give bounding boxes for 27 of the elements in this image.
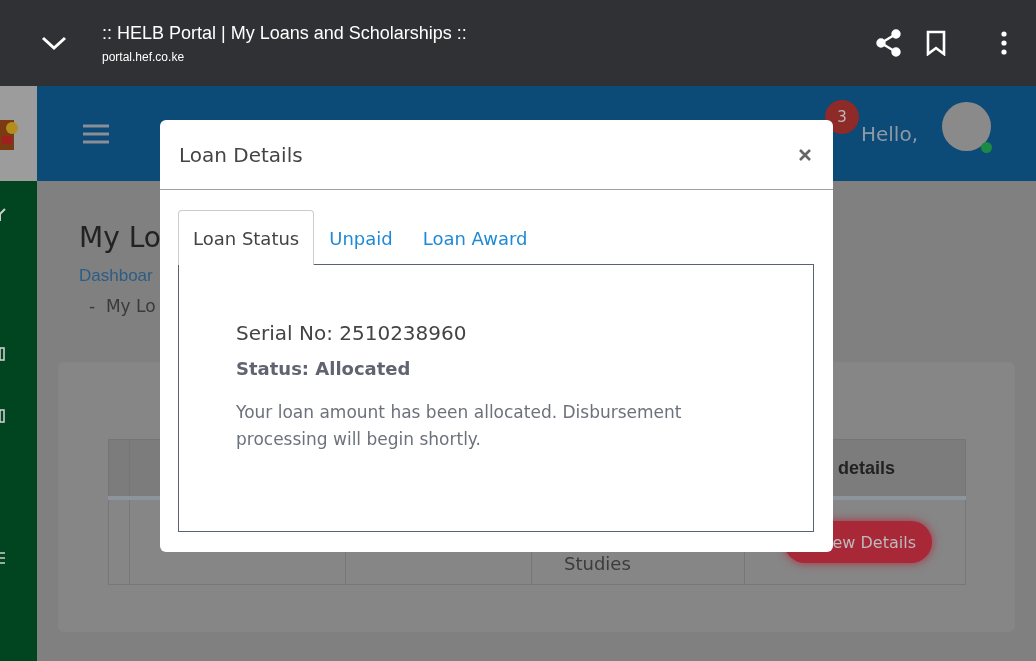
breadcrumb-current: - My Lo [89,296,156,316]
loan-status: Status: Allocated [236,358,412,379]
page-url: portal.hef.co.ke [102,49,186,64]
close-icon[interactable] [799,148,811,161]
status-message: Your loan amount has been allocated. Disbursement processing will begin shortly. [236,401,683,451]
greeting: Hello, [860,121,918,146]
tab[interactable]: Loan Award [407,210,543,265]
sidebar-icon[interactable] [0,551,6,565]
page-title: :: HELB Portal | My Loans and Scholarships :: [102,22,468,44]
page-heading: My Lo [79,221,161,254]
dialog-title: Loan Details [179,142,303,167]
tab[interactable]: Loan Status [178,210,315,265]
more-icon[interactable] [1001,31,1007,55]
avatar[interactable] [942,102,991,151]
sidebar-icon[interactable] [0,409,6,423]
column-header: details [837,457,895,478]
tab[interactable]: Unpaid [314,210,408,265]
sidebar-icon[interactable] [0,347,6,361]
bookmark-icon[interactable] [925,30,947,56]
online-dot [981,142,992,153]
serial-number: Serial No: 2510238960 [236,321,468,345]
notification-badge[interactable]: 3 [824,100,859,134]
chevron-down-icon[interactable] [41,35,67,51]
menu-icon[interactable] [83,123,109,144]
sidebar-icon[interactable] [0,207,6,221]
share-icon[interactable] [875,29,903,57]
table-cell: Studies [564,554,631,574]
